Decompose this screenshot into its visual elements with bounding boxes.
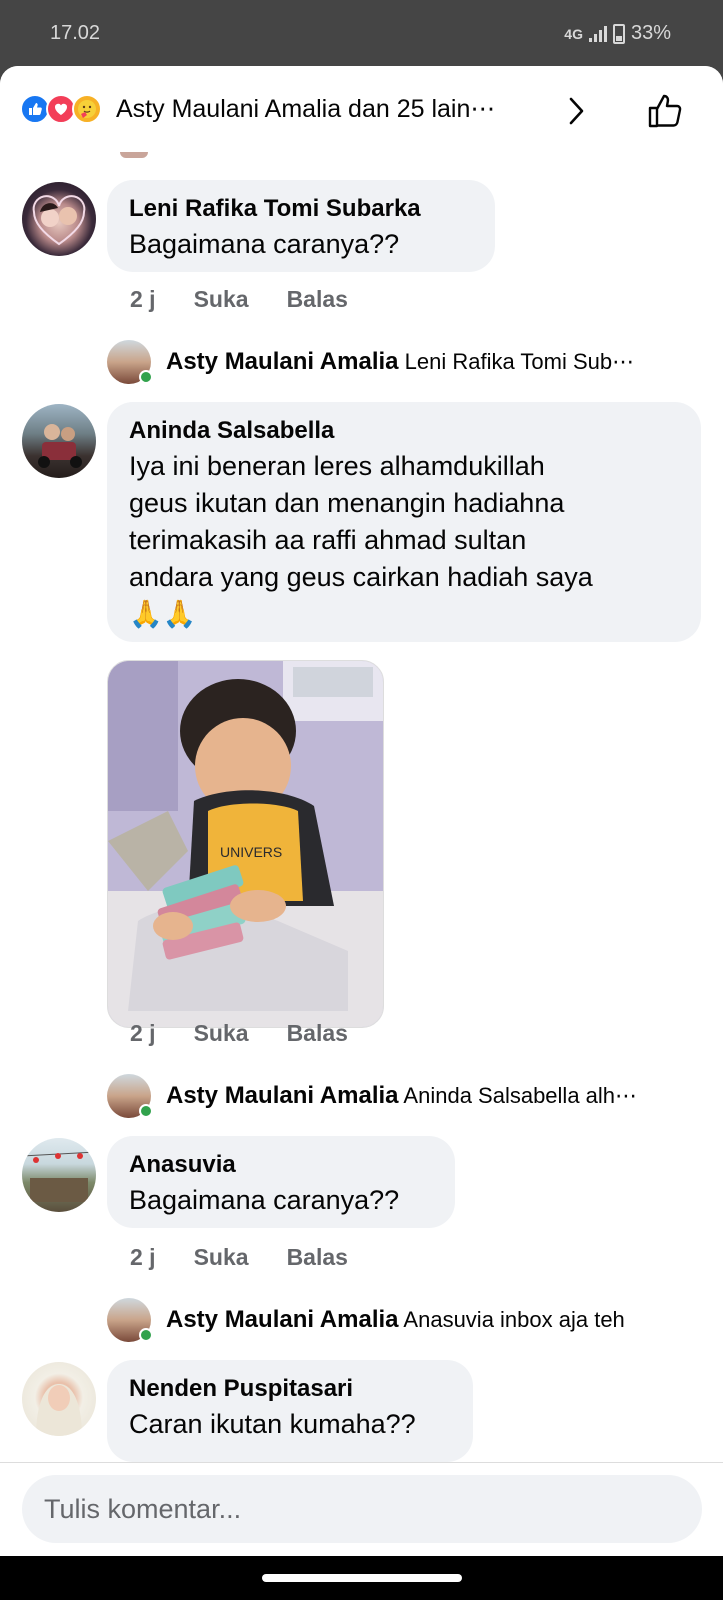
like-link[interactable]: Suka <box>194 1244 249 1271</box>
comment-input[interactable] <box>22 1475 702 1543</box>
previous-avatar-peek <box>120 152 148 158</box>
avatar[interactable] <box>22 1362 96 1436</box>
signal-icon <box>588 25 607 42</box>
care-icon <box>72 94 102 124</box>
battery-level: 33% <box>630 22 671 44</box>
comment-bubble[interactable]: Leni Rafika Tomi Subarka Bagaimana caran… <box>107 180 495 272</box>
comment-author[interactable]: Leni Rafika Tomi Subarka <box>129 192 473 226</box>
reply-link[interactable]: Balas <box>287 286 348 313</box>
status-indicators: 4G 33% <box>564 22 671 45</box>
comment-text: Caran ikutan kumaha?? <box>129 1409 416 1439</box>
reactors-summary[interactable]: Asty Maulani Amalia dan 25 lain⋯ <box>116 94 495 124</box>
reply-link[interactable]: Balas <box>287 1244 348 1271</box>
avatar[interactable] <box>22 404 96 478</box>
online-status-icon <box>139 370 153 384</box>
reply-author: Asty Maulani Amalia <box>166 348 399 375</box>
reply-link[interactable]: Balas <box>287 1020 348 1047</box>
battery-icon <box>612 23 625 44</box>
comment-photo[interactable]: UNIVERS <box>107 660 384 1028</box>
comment-time: 2 j <box>130 1020 156 1046</box>
comments-sheet: Asty Maulani Amalia dan 25 lain⋯ Leni Ra… <box>0 66 723 1556</box>
reply-preview-text: Asty Maulani Amalia Aninda Salsabella al… <box>166 1082 637 1110</box>
system-navigation-bar <box>0 1556 723 1600</box>
comment-actions: 2 j Suka Balas <box>130 1020 386 1047</box>
comment-bubble[interactable]: Aninda Salsabella Iya ini beneran leres … <box>107 402 701 642</box>
reply-preview-text: Asty Maulani Amalia Anasuvia inbox aja t… <box>166 1306 625 1334</box>
comment-bubble[interactable]: Nenden Puspitasari Caran ikutan kumaha?? <box>107 1360 473 1462</box>
reply-snippet: Anasuvia inbox aja teh <box>403 1307 625 1332</box>
reactions-header[interactable]: Asty Maulani Amalia dan 25 lain⋯ <box>0 66 723 152</box>
avatar[interactable] <box>22 182 96 256</box>
like-link[interactable]: Suka <box>194 286 249 313</box>
comment-time: 2 j <box>130 286 156 312</box>
comment-text: Bagaimana caranya?? <box>129 229 400 259</box>
like-button-icon[interactable] <box>646 92 684 130</box>
like-link[interactable]: Suka <box>194 1020 249 1047</box>
comment-author[interactable]: Nenden Puspitasari <box>129 1372 451 1406</box>
chevron-right-icon[interactable] <box>566 96 586 126</box>
reply-preview[interactable]: Asty Maulani Amalia Anasuvia inbox aja t… <box>107 1298 707 1344</box>
comment-bubble[interactable]: Anasuvia Bagaimana caranya?? <box>107 1136 455 1228</box>
reply-snippet: Aninda Salsabella alh⋯ <box>403 1083 638 1108</box>
comment-author[interactable]: Anasuvia <box>129 1148 433 1182</box>
online-status-icon <box>139 1104 153 1118</box>
reply-snippet: Leni Rafika Tomi Sub⋯ <box>404 349 635 374</box>
comment-actions: 2 j Suka Balas <box>130 286 386 313</box>
svg-text:UNIVERS: UNIVERS <box>220 844 282 860</box>
comment-text-line: terimakasih aa raffi ahmad sultan <box>129 525 527 555</box>
reply-preview[interactable]: Asty Maulani Amalia Leni Rafika Tomi Sub… <box>107 340 707 386</box>
reply-preview-text: Asty Maulani Amalia Leni Rafika Tomi Sub… <box>166 348 634 376</box>
comment-author[interactable]: Aninda Salsabella <box>129 414 679 448</box>
status-time: 17.02 <box>50 22 101 44</box>
comment-time: 2 j <box>130 1244 156 1270</box>
reply-author: Asty Maulani Amalia <box>166 1306 399 1333</box>
reaction-icons <box>20 94 102 124</box>
comment-emoji: 🙏🙏 <box>129 599 197 629</box>
status-bar: 17.02 4G 33% <box>0 0 723 66</box>
network-type: 4G <box>564 25 583 42</box>
avatar[interactable] <box>22 1138 96 1212</box>
comment-text-line: geus ikutan dan menangin hadiahna <box>129 488 565 518</box>
online-status-icon <box>139 1328 153 1342</box>
reply-preview[interactable]: Asty Maulani Amalia Aninda Salsabella al… <box>107 1074 707 1120</box>
comment-text-line: Iya ini beneran leres alhamdukillah <box>129 451 545 481</box>
comment-composer <box>0 1462 723 1556</box>
comment-text: Bagaimana caranya?? <box>129 1185 400 1215</box>
home-gesture-handle[interactable] <box>262 1574 462 1582</box>
reply-author: Asty Maulani Amalia <box>166 1082 399 1109</box>
comment-actions: 2 j Suka Balas <box>130 1244 386 1271</box>
comment-text-line: andara yang geus cairkan hadiah saya <box>129 562 593 592</box>
